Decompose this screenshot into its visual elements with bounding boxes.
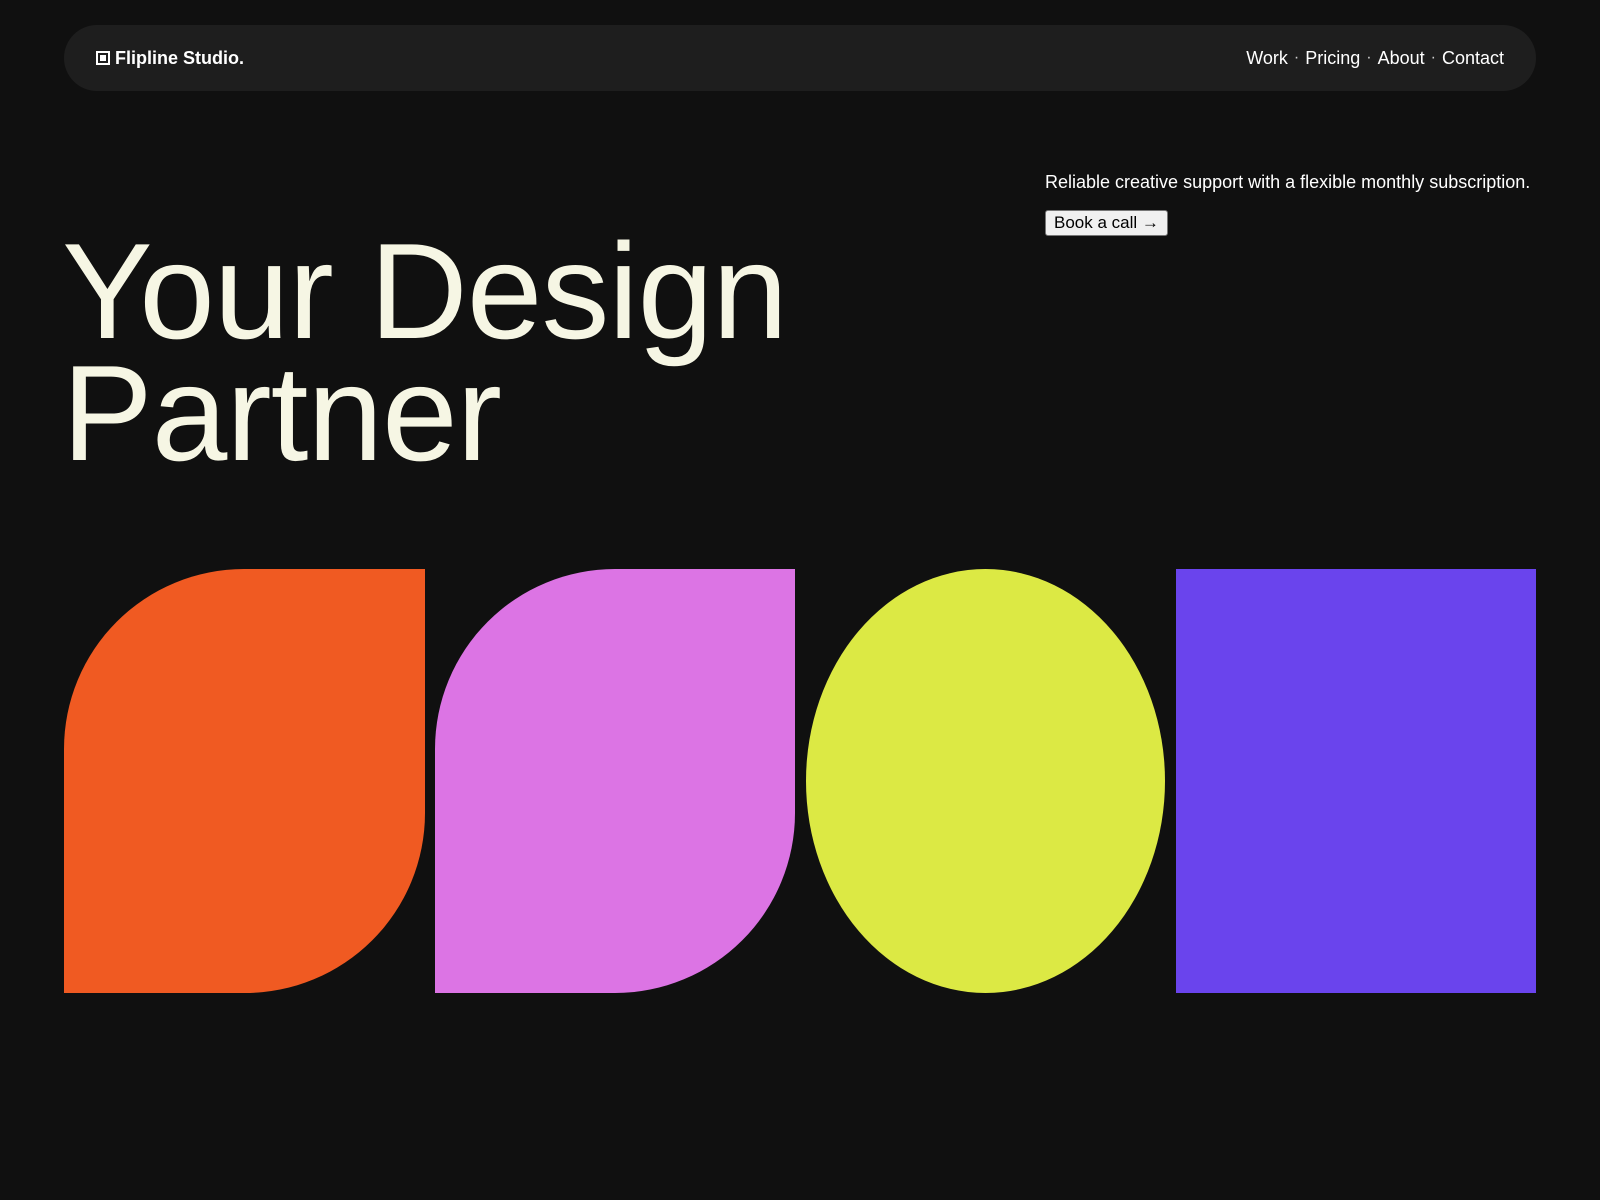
nav-separator: · xyxy=(1293,49,1300,66)
nav-link-about[interactable]: About xyxy=(1378,48,1425,69)
square-logo-icon xyxy=(96,51,110,65)
purple-square-shape xyxy=(1176,569,1536,993)
book-a-call-button[interactable]: Book a call → xyxy=(1045,210,1168,236)
nav-separator: · xyxy=(1430,49,1436,66)
hero-tagline: Reliable creative support with a flexibl… xyxy=(1045,172,1531,192)
hero-title: Your Design Partner xyxy=(62,215,788,489)
yellow-oval-shape xyxy=(806,569,1165,993)
hero-title-line-1: Your Design xyxy=(62,215,788,367)
nav-links: Work · Pricing · About · Contact xyxy=(1246,48,1504,69)
orange-leaf-shape xyxy=(64,569,425,993)
nav-separator: · xyxy=(1366,49,1372,66)
top-navbar: Flipline Studio. Work · Pricing · About … xyxy=(64,25,1536,91)
hero-tagline-block: Reliable creative support with a flexibl… xyxy=(1045,172,1530,236)
brand-name: Flipline Studio. xyxy=(115,47,244,68)
nav-link-contact[interactable]: Contact xyxy=(1442,48,1504,69)
nav-link-work[interactable]: Work xyxy=(1246,48,1288,69)
hero-title-line-2: Partner xyxy=(62,337,502,489)
nav-link-pricing[interactable]: Pricing xyxy=(1305,48,1360,69)
brand-logo[interactable]: Flipline Studio. xyxy=(96,48,244,69)
pink-leaf-shape xyxy=(435,569,795,993)
